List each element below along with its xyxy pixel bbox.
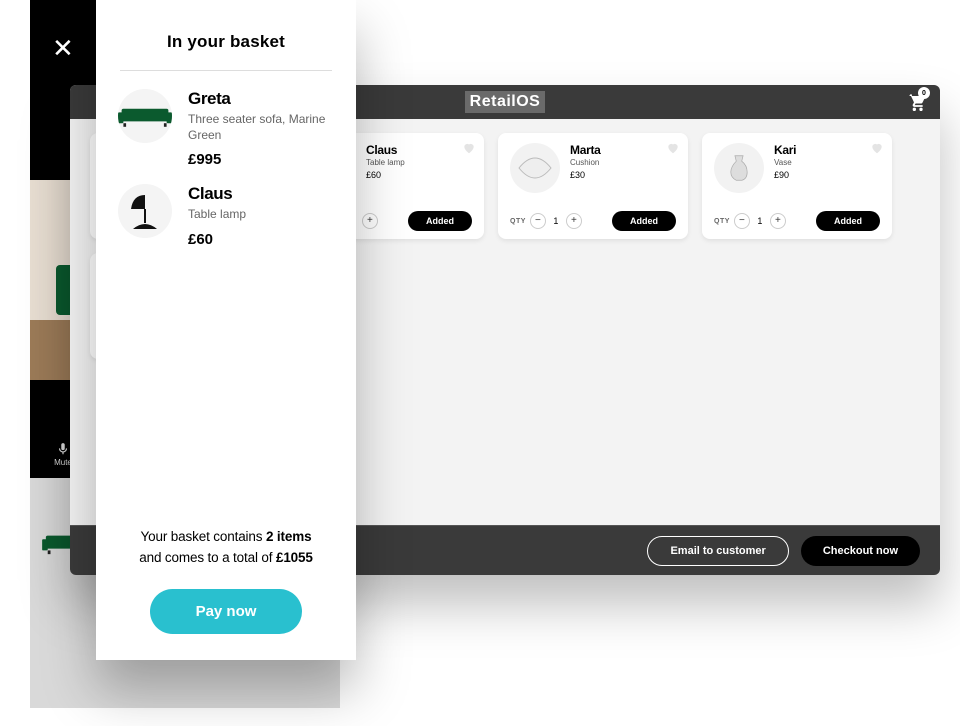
basket-items: GretaThree seater sofa, Marine Green £995…	[96, 71, 356, 507]
product-name: Claus	[366, 143, 405, 157]
qty-plus-button[interactable]: +	[566, 213, 582, 229]
qty-value: 1	[550, 216, 562, 226]
cart-badge: 0	[918, 87, 930, 99]
pay-now-button[interactable]: Pay now	[150, 589, 303, 634]
email-customer-button[interactable]: Email to customer	[647, 536, 788, 566]
qty-minus-button[interactable]: −	[530, 213, 546, 229]
qty-label: QTY	[510, 218, 526, 225]
product-card: KariVase £90 QTY−1 + Added	[702, 133, 892, 239]
qty-label: QTY	[714, 218, 730, 225]
basket-item-price: £60	[188, 231, 246, 248]
product-description: Cushion	[570, 158, 601, 168]
product-price: £60	[366, 170, 405, 180]
basket-item-description: Table lamp	[188, 206, 246, 222]
basket-item-name: Greta	[188, 89, 334, 109]
app-title: RetailOS	[465, 91, 546, 113]
added-button[interactable]: Added	[408, 211, 472, 231]
product-description: Table lamp	[366, 158, 405, 168]
favorite-button[interactable]	[462, 141, 476, 155]
summary-items: 2 items	[266, 529, 311, 544]
favorite-button[interactable]	[666, 141, 680, 155]
product-image	[510, 143, 560, 193]
product-card: MartaCushion £30 QTY−1 + Added	[498, 133, 688, 239]
product-name: Marta	[570, 143, 601, 157]
basket-item-image	[118, 184, 172, 238]
basket-item-description: Three seater sofa, Marine Green	[188, 111, 334, 143]
qty-plus-button[interactable]: +	[362, 213, 378, 229]
close-icon[interactable]: ✕	[52, 33, 74, 64]
summary-text: Your basket contains	[141, 529, 266, 544]
basket-summary: Your basket contains 2 items and comes t…	[96, 507, 356, 577]
product-description: Vase	[774, 158, 796, 168]
product-price: £90	[774, 170, 796, 180]
added-button[interactable]: Added	[816, 211, 880, 231]
basket-item-name: Claus	[188, 184, 246, 204]
basket-panel: In your basket GretaThree seater sofa, M…	[96, 0, 356, 660]
basket-item: Claus Table lamp £60	[118, 184, 334, 247]
summary-total: £1055	[276, 550, 313, 565]
cart-button[interactable]: 0	[906, 91, 926, 116]
qty-value: 1	[754, 216, 766, 226]
product-price: £30	[570, 170, 601, 180]
microphone-icon	[56, 442, 70, 456]
basket-item: GretaThree seater sofa, Marine Green £995	[118, 89, 334, 168]
checkout-button[interactable]: Checkout now	[801, 536, 920, 566]
product-image	[714, 143, 764, 193]
basket-item-price: £995	[188, 151, 334, 168]
favorite-button[interactable]	[870, 141, 884, 155]
qty-plus-button[interactable]: +	[770, 213, 786, 229]
basket-title: In your basket	[96, 0, 356, 70]
product-name: Kari	[774, 143, 796, 157]
added-button[interactable]: Added	[612, 211, 676, 231]
basket-item-image	[118, 89, 172, 143]
qty-minus-button[interactable]: −	[734, 213, 750, 229]
summary-text: and comes to a total of	[139, 550, 276, 565]
